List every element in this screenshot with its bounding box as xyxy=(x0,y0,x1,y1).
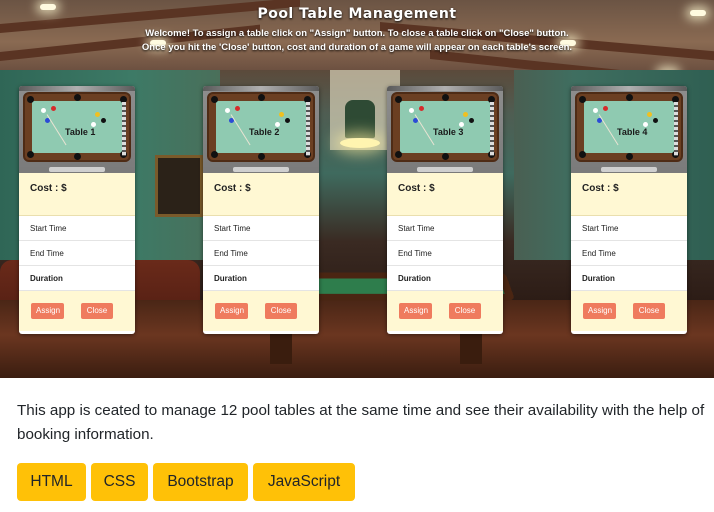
end-time-display: End Time xyxy=(387,241,503,266)
table-screen: Table 1 xyxy=(19,86,135,173)
close-button[interactable]: Close xyxy=(449,303,481,319)
duration-display: Duration xyxy=(387,266,503,291)
table-card-1: Table 1 Cost : $ Start Time End Time Dur… xyxy=(19,86,135,334)
screen-bezel xyxy=(19,86,135,91)
assign-button[interactable]: Assign xyxy=(399,303,432,319)
button-row: Assign Close xyxy=(19,291,135,331)
table-name: Table 3 xyxy=(433,127,464,137)
pool-table-illustration: Table 3 xyxy=(391,92,499,162)
tech-tag-bootstrap[interactable]: Bootstrap xyxy=(153,463,248,501)
instruction-text: Once you hit the 'Close' button, cost an… xyxy=(141,42,573,53)
instruction-text: Welcome! To assign a table click on "Ass… xyxy=(145,28,569,39)
duration-display: Duration xyxy=(19,266,135,291)
table-card-2: Table 2 Cost : $ Start Time End Time Dur… xyxy=(203,86,319,334)
tech-tag-css[interactable]: CSS xyxy=(91,463,148,501)
table-name: Table 4 xyxy=(617,127,648,137)
duration-display: Duration xyxy=(203,266,319,291)
pool-table-illustration: Table 4 xyxy=(575,92,683,162)
start-time-display: Start Time xyxy=(571,216,687,241)
button-row: Assign Close xyxy=(571,291,687,331)
assign-button[interactable]: Assign xyxy=(583,303,616,319)
cost-display: Cost : $ xyxy=(203,173,319,216)
tech-tag-html[interactable]: HTML xyxy=(17,463,86,501)
table-name: Table 2 xyxy=(249,127,280,137)
end-time-display: End Time xyxy=(571,241,687,266)
start-time-display: Start Time xyxy=(203,216,319,241)
screen-bezel xyxy=(571,86,687,91)
duration-display: Duration xyxy=(571,266,687,291)
table-card-4: Table 4 Cost : $ Start Time End Time Dur… xyxy=(571,86,687,334)
cost-display: Cost : $ xyxy=(19,173,135,216)
screen-bezel xyxy=(387,86,503,91)
project-description: This app is ceated to manage 12 pool tab… xyxy=(17,402,705,443)
end-time-display: End Time xyxy=(203,241,319,266)
hanging-lamp xyxy=(345,100,375,138)
table-screen: Table 3 xyxy=(387,86,503,173)
pool-table-illustration: Table 2 xyxy=(207,92,315,162)
start-time-display: Start Time xyxy=(387,216,503,241)
page-title: Pool Table Management xyxy=(257,6,457,22)
hero-banner: Pool Table Management Welcome! To assign… xyxy=(0,0,714,378)
start-time-display: Start Time xyxy=(19,216,135,241)
screen-bezel xyxy=(203,86,319,91)
wall-picture xyxy=(155,155,203,217)
cost-display: Cost : $ xyxy=(387,173,503,216)
cost-display: Cost : $ xyxy=(571,173,687,216)
table-screen: Table 4 xyxy=(571,86,687,173)
assign-button[interactable]: Assign xyxy=(31,303,64,319)
lamp-glow xyxy=(340,138,380,148)
assign-button[interactable]: Assign xyxy=(215,303,248,319)
table-screen: Table 2 xyxy=(203,86,319,173)
close-button[interactable]: Close xyxy=(81,303,113,319)
button-row: Assign Close xyxy=(387,291,503,331)
close-button[interactable]: Close xyxy=(633,303,665,319)
button-row: Assign Close xyxy=(203,291,319,331)
end-time-display: End Time xyxy=(19,241,135,266)
pool-table-illustration: Table 1 xyxy=(23,92,131,162)
close-button[interactable]: Close xyxy=(265,303,297,319)
table-name: Table 1 xyxy=(65,127,96,137)
table-card-3: Table 3 Cost : $ Start Time End Time Dur… xyxy=(387,86,503,334)
tech-tag-javascript[interactable]: JavaScript xyxy=(253,463,355,501)
